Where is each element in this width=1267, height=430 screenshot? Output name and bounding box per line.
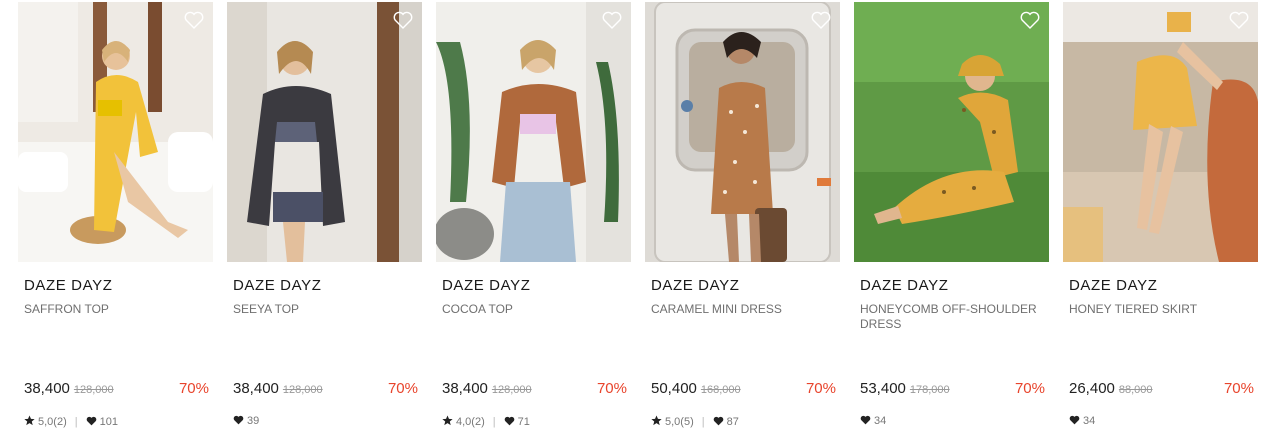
heart-icon — [860, 415, 871, 425]
star-icon — [442, 415, 453, 426]
price-row: 38,400 128,000 70% — [442, 380, 627, 400]
original-price: 178,000 — [909, 384, 950, 396]
wishlist-heart-icon[interactable] — [1020, 11, 1040, 29]
star-icon — [651, 415, 662, 426]
price-row: 38,400 128,000 70% — [24, 380, 209, 400]
brand-name[interactable]: DAZE DAYZ — [1069, 277, 1157, 294]
price-row: 38,400 128,000 70% — [233, 380, 418, 400]
heart-icon — [86, 416, 96, 426]
discount-rate: 70% — [596, 380, 627, 397]
product-name[interactable]: HONEYCOMB OFF-SHOULDER DRESS — [860, 302, 1046, 332]
rating-value: 4,0(2) — [456, 416, 485, 428]
product-image[interactable] — [436, 2, 631, 262]
product-name[interactable]: SEEYA TOP — [233, 302, 419, 317]
likes-count: 39 — [247, 415, 260, 427]
likes-count: 71 — [517, 416, 530, 428]
sale-price: 50,400 — [651, 380, 697, 397]
likes-count: 34 — [874, 415, 887, 427]
review-meta: 5,0(2) | 101 — [24, 415, 118, 428]
price-row: 50,400 168,000 70% — [651, 380, 836, 400]
product-image[interactable] — [18, 2, 213, 262]
review-meta: 5,0(5) | 87 — [651, 415, 739, 428]
wishlist-heart-icon[interactable] — [811, 11, 831, 29]
likes-count: 101 — [99, 416, 118, 428]
original-price: 128,000 — [73, 384, 114, 396]
wishlist-heart-icon[interactable] — [1229, 11, 1249, 29]
discount-rate: 70% — [178, 380, 209, 397]
discount-rate: 70% — [805, 380, 836, 397]
star-icon — [24, 415, 35, 426]
brand-name[interactable]: DAZE DAYZ — [24, 277, 112, 294]
brand-name[interactable]: DAZE DAYZ — [442, 277, 530, 294]
product-card[interactable]: DAZE DAYZ CARAMEL MINI DRESS 50,400 168,0… — [645, 2, 840, 430]
product-name[interactable]: HONEY TIERED SKIRT — [1069, 302, 1255, 317]
product-card[interactable]: DAZE DAYZ SEEYA TOP 38,400 128,000 70% 39 — [227, 2, 422, 430]
product-name[interactable]: SAFFRON TOP — [24, 302, 210, 317]
discount-rate: 70% — [387, 380, 418, 397]
discount-rate: 70% — [1223, 380, 1254, 397]
brand-name[interactable]: DAZE DAYZ — [860, 277, 948, 294]
price-row: 26,400 88,000 70% — [1069, 380, 1254, 400]
review-meta: 4,0(2) | 71 — [442, 415, 530, 428]
meta-divider: | — [701, 416, 705, 428]
review-meta: 39 — [233, 415, 259, 427]
sale-price: 38,400 — [442, 380, 488, 397]
original-price: 128,000 — [282, 384, 323, 396]
likes-count: 34 — [1083, 415, 1096, 427]
heart-icon — [1069, 415, 1080, 425]
product-card[interactable]: DAZE DAYZ HONEYCOMB OFF-SHOULDER DRESS 5… — [854, 2, 1049, 430]
product-card[interactable]: DAZE DAYZ COCOA TOP 38,400 128,000 70% 4,… — [436, 2, 631, 430]
product-image[interactable] — [645, 2, 840, 262]
sale-price: 38,400 — [233, 380, 279, 397]
rating-value: 5,0(5) — [665, 416, 694, 428]
brand-name[interactable]: DAZE DAYZ — [233, 277, 321, 294]
meta-divider: | — [492, 416, 496, 428]
product-grid: DAZE DAYZ SAFFRON TOP 38,400 128,000 70% … — [0, 0, 1267, 430]
original-price: 168,000 — [700, 384, 741, 396]
product-image[interactable] — [854, 2, 1049, 262]
product-image[interactable] — [1063, 2, 1258, 262]
review-meta: 34 — [860, 415, 886, 427]
rating-value: 5,0(2) — [38, 416, 67, 428]
meta-divider: | — [74, 416, 78, 428]
product-card[interactable]: DAZE DAYZ HONEY TIERED SKIRT 26,400 88,00… — [1063, 2, 1258, 430]
likes-count: 87 — [726, 416, 739, 428]
sale-price: 26,400 — [1069, 380, 1115, 397]
wishlist-heart-icon[interactable] — [184, 11, 204, 29]
original-price: 88,000 — [1118, 384, 1153, 396]
sale-price: 53,400 — [860, 380, 906, 397]
product-card[interactable]: DAZE DAYZ SAFFRON TOP 38,400 128,000 70% … — [18, 2, 213, 430]
wishlist-heart-icon[interactable] — [393, 11, 413, 29]
price-row: 53,400 178,000 70% — [860, 380, 1045, 400]
product-name[interactable]: CARAMEL MINI DRESS — [651, 302, 837, 317]
wishlist-heart-icon[interactable] — [602, 11, 622, 29]
heart-icon — [504, 416, 514, 426]
product-image[interactable] — [227, 2, 422, 262]
discount-rate: 70% — [1014, 380, 1045, 397]
heart-icon — [233, 415, 244, 425]
product-name[interactable]: COCOA TOP — [442, 302, 628, 317]
brand-name[interactable]: DAZE DAYZ — [651, 277, 739, 294]
sale-price: 38,400 — [24, 380, 70, 397]
review-meta: 34 — [1069, 415, 1095, 427]
original-price: 128,000 — [491, 384, 532, 396]
heart-icon — [713, 416, 723, 426]
